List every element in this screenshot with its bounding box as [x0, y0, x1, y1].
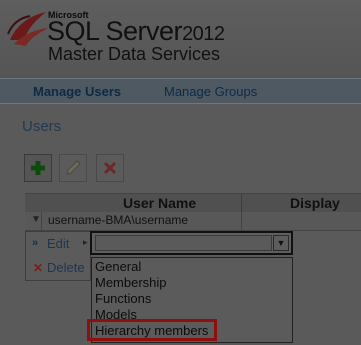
- menu-item-delete[interactable]: ✕ Delete: [26, 258, 90, 280]
- dropdown-option[interactable]: Membership: [95, 275, 167, 291]
- nav-manage-groups[interactable]: Manage Groups: [164, 84, 257, 99]
- page-title: Users: [22, 118, 62, 135]
- column-header-user-name[interactable]: User Name: [123, 195, 196, 211]
- app-header: Microsoft SQL Server2012 Master Data Ser…: [0, 0, 361, 78]
- main-nav: Manage Users Manage Groups: [0, 78, 361, 104]
- column-header-display[interactable]: Display: [290, 195, 340, 211]
- row-expand-arrow-icon[interactable]: ▼: [31, 214, 41, 225]
- add-button[interactable]: [24, 154, 52, 182]
- delete-x-icon: [103, 161, 117, 175]
- highlight-annotation-box: [87, 319, 217, 341]
- column-divider: [41, 212, 42, 230]
- delete-button[interactable]: [96, 154, 124, 182]
- nav-manage-users[interactable]: Manage Users: [33, 84, 121, 99]
- sql-server-logo-icon: [7, 12, 48, 46]
- chevron-down-icon[interactable]: ▼: [273, 235, 289, 251]
- table-row[interactable]: ▼ username-BMA\username: [25, 212, 361, 231]
- add-icon: [31, 161, 45, 175]
- function-select[interactable]: ▼: [90, 231, 293, 255]
- menu-item-edit[interactable]: » Edit ▸: [26, 234, 90, 256]
- delete-x-icon: ✕: [33, 261, 44, 275]
- menu-item-delete-label: Delete: [47, 260, 85, 275]
- pencil-icon: [66, 160, 81, 175]
- dropdown-option[interactable]: Functions: [95, 291, 151, 307]
- row-context-menu: » Edit ▸ ✕ Delete: [25, 231, 91, 281]
- column-divider: [241, 212, 242, 230]
- submenu-arrow-icon: ▸: [83, 237, 88, 247]
- dropdown-option[interactable]: General: [95, 259, 141, 275]
- menu-item-edit-label: Edit: [47, 236, 70, 251]
- brand-version: 2012: [182, 23, 225, 45]
- double-chevron-icon: »: [32, 237, 39, 249]
- cell-user-name: username-BMA\username: [48, 213, 189, 227]
- edit-button[interactable]: [59, 154, 87, 182]
- brand-subtitle: Master Data Services: [48, 44, 221, 64]
- grid-header: User Name Display: [25, 193, 361, 213]
- column-divider: [241, 194, 242, 212]
- brand-product-name: SQL Server: [47, 16, 183, 46]
- function-select-input[interactable]: [95, 235, 272, 251]
